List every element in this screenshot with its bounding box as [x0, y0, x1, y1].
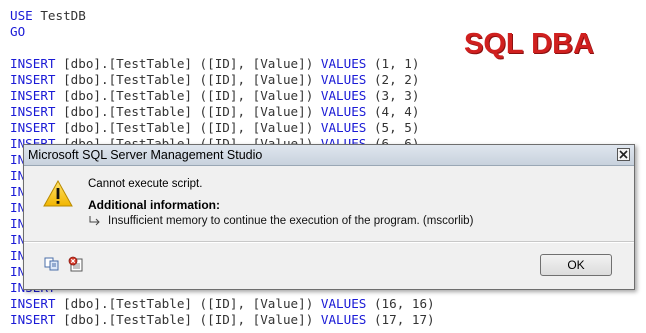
error-dialog: Microsoft SQL Server Management Studio C… — [23, 144, 635, 290]
code-line: INSERT [dbo].[TestTable] ([ID], [Value])… — [10, 104, 419, 120]
sql-values: (4, 4) — [373, 104, 420, 119]
code-line: USE TestDB — [10, 8, 86, 24]
sql-text: [dbo].[TestTable] ([ID], [Value]) — [55, 56, 321, 71]
sql-values: (17, 17) — [373, 312, 435, 327]
close-button[interactable] — [617, 148, 630, 161]
code-line: GO — [10, 24, 25, 40]
copy-icon[interactable] — [44, 257, 60, 271]
sql-keyword: INSERT — [10, 72, 56, 87]
code-line: INSERT [dbo].[TestTable] ([ID], [Value])… — [10, 56, 419, 72]
sql-keyword: INSERT — [10, 88, 56, 103]
sql-keyword: VALUES — [320, 120, 367, 135]
sql-values: (3, 3) — [373, 88, 420, 103]
code-line: INSERT [dbo].[TestTable] ([ID], [Value])… — [10, 120, 419, 136]
close-icon — [619, 150, 628, 159]
dialog-title: Microsoft SQL Server Management Studio — [28, 148, 263, 162]
sql-text: [dbo].[TestTable] ([ID], [Value]) — [55, 72, 321, 87]
sql-keyword: INSERT — [10, 120, 56, 135]
sql-text: [dbo].[TestTable] ([ID], [Value]) — [55, 296, 321, 311]
code-line: INSERT [dbo].[TestTable] ([ID], [Value])… — [10, 296, 435, 312]
warning-icon — [43, 180, 73, 207]
dialog-titlebar[interactable]: Microsoft SQL Server Management Studio — [24, 145, 634, 166]
dialog-footer: OK — [24, 243, 634, 289]
dialog-content: Cannot execute script. Additional inform… — [24, 166, 634, 244]
sql-values: (2, 2) — [373, 72, 420, 87]
sql-keyword: INSERT — [10, 296, 56, 311]
sql-keyword: USE — [10, 8, 33, 23]
sql-keyword: INSERT — [10, 104, 56, 119]
error-detail[interactable]: Insufficient memory to continue the exec… — [108, 215, 473, 227]
arrow-right-icon — [89, 216, 100, 226]
report-icon[interactable] — [68, 256, 84, 272]
sql-dba-logo: SQL DBA — [464, 28, 594, 60]
sql-keyword: VALUES — [320, 72, 367, 87]
sql-values: (1, 1) — [373, 56, 420, 71]
error-message: Cannot execute script. — [88, 178, 203, 190]
sql-keyword: VALUES — [320, 88, 367, 103]
sql-text: [dbo].[TestTable] ([ID], [Value]) — [55, 88, 321, 103]
sql-text: [dbo].[TestTable] ([ID], [Value]) — [55, 104, 321, 119]
sql-text: [dbo].[TestTable] ([ID], [Value]) — [55, 120, 321, 135]
sql-text: [dbo].[TestTable] ([ID], [Value]) — [55, 312, 321, 327]
code-line: INSERT [dbo].[TestTable] ([ID], [Value])… — [10, 72, 419, 88]
sql-values: (16, 16) — [373, 296, 435, 311]
additional-info-heading: Additional information: — [88, 198, 220, 212]
sql-keyword: VALUES — [320, 312, 367, 327]
ok-button[interactable]: OK — [540, 254, 612, 276]
sql-text: TestDB — [32, 8, 86, 23]
sql-keyword: GO — [10, 24, 26, 39]
sql-keyword: VALUES — [320, 104, 367, 119]
sql-keyword: VALUES — [320, 56, 367, 71]
sql-keyword: INSERT — [10, 312, 56, 327]
code-line: INSERT [dbo].[TestTable] ([ID], [Value])… — [10, 312, 435, 328]
code-line: INSERT [dbo].[TestTable] ([ID], [Value])… — [10, 88, 419, 104]
sql-keyword: VALUES — [320, 296, 367, 311]
sql-values: (5, 5) — [373, 120, 420, 135]
sql-keyword: INSERT — [10, 56, 56, 71]
